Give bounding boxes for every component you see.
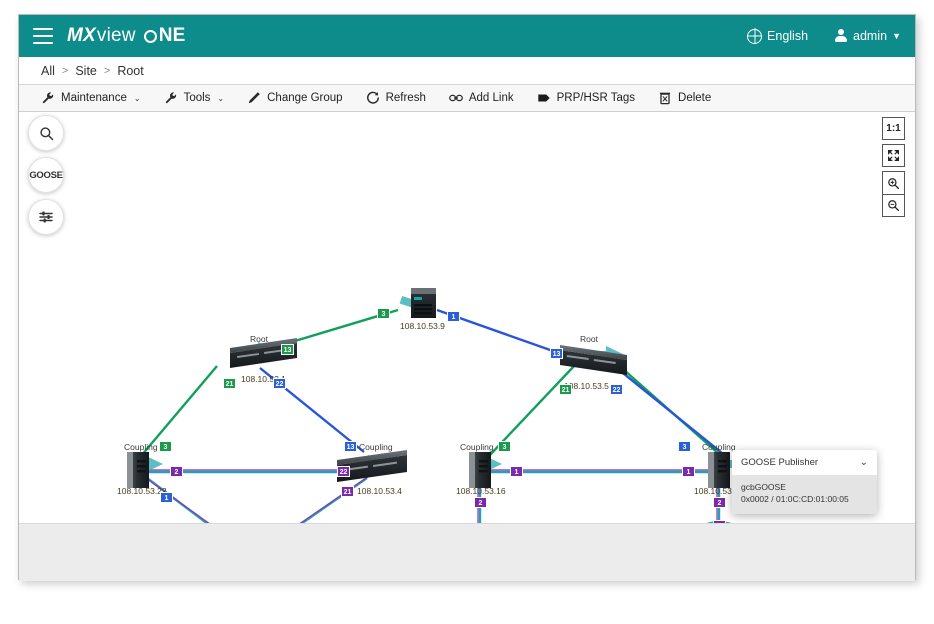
port-badge[interactable]: 22 (273, 378, 286, 389)
port-badge[interactable]: 1 (510, 466, 523, 477)
refresh-button[interactable]: Refresh (366, 91, 426, 105)
port-badge[interactable]: 1 (160, 492, 173, 503)
port-badge[interactable]: 3 (159, 441, 172, 452)
pencil-icon (247, 91, 261, 105)
logo-mx-text: MX (67, 25, 96, 47)
device-icon-switch[interactable] (127, 452, 149, 488)
goose-popup-header[interactable]: GOOSE Publisher ⌄ (732, 450, 877, 475)
port-badge[interactable]: 1 (682, 466, 695, 477)
refresh-label: Refresh (386, 92, 426, 104)
trash-icon (658, 91, 672, 105)
goose-popup-body: gcbGOOSE 0x0002 / 01:0C:CD:01:00:05 (732, 475, 877, 514)
maintenance-label: Maintenance (61, 92, 127, 104)
port-badge[interactable]: 21 (341, 486, 354, 497)
goose-appid-mac: 0x0002 / 01:0C:CD:01:00:05 (741, 493, 868, 505)
language-label: English (767, 29, 808, 43)
goose-publisher-popup: GOOSE Publisher ⌄ gcbGOOSE 0x0002 / 01:0… (732, 450, 877, 514)
tools-label: Tools (184, 92, 211, 104)
device-icon-switch[interactable] (411, 288, 436, 318)
add-link-label: Add Link (469, 92, 514, 104)
hamburger-menu-icon[interactable] (33, 28, 53, 44)
window-footer (19, 523, 915, 581)
port-badge[interactable]: 21 (559, 384, 572, 395)
breadcrumb-separator: > (62, 65, 68, 77)
tag-icon (537, 91, 551, 105)
chevron-down-icon: ⌄ (217, 94, 224, 103)
node-group-label: Root (250, 334, 268, 344)
port-badge[interactable]: 2 (170, 466, 183, 477)
chevron-down-icon: ⌄ (860, 457, 868, 468)
delete-label: Delete (678, 92, 711, 104)
device-icon-switch[interactable] (469, 452, 491, 488)
breadcrumb-item-root[interactable]: Root (117, 64, 143, 78)
port-badge[interactable]: 21 (223, 378, 236, 389)
breadcrumb-item-site[interactable]: Site (75, 64, 97, 78)
node-group-label: Root (580, 334, 598, 344)
port-badge[interactable]: 3 (377, 308, 390, 319)
wrench-icon (164, 91, 178, 105)
chevron-down-icon: ⌄ (134, 94, 141, 103)
wrench-icon (41, 91, 55, 105)
port-badge[interactable]: 1 (713, 520, 726, 523)
chevron-down-icon: ▼ (892, 31, 901, 41)
app-logo: MXview NE (67, 25, 186, 47)
refresh-icon (366, 91, 380, 105)
port-badge[interactable]: 2 (713, 497, 726, 508)
change-group-label: Change Group (267, 92, 342, 104)
mxview-window: MXview NE English admin ▼ All > Site > R… (18, 14, 916, 580)
node-group-label: Coupling (460, 442, 494, 452)
globe-icon (747, 29, 762, 44)
port-badge[interactable]: 13 (550, 348, 563, 359)
node-group-label: Coupling (359, 442, 393, 452)
app-header: MXview NE English admin ▼ (19, 15, 915, 57)
logo-o-circle-icon (144, 30, 157, 43)
port-badge[interactable]: 1 (447, 311, 460, 322)
port-badge[interactable]: 3 (678, 441, 691, 452)
topology-canvas[interactable]: GOOSE 1:1 (19, 112, 915, 523)
delete-button[interactable]: Delete (658, 91, 711, 105)
breadcrumb: All > Site > Root (19, 57, 915, 85)
node-ip-label: 108.10.53.9 (400, 321, 445, 331)
tools-menu-button[interactable]: Tools ⌄ (164, 91, 225, 105)
port-badge[interactable]: 2 (474, 497, 487, 508)
device-icon-switch[interactable] (708, 452, 730, 488)
link-icon (449, 91, 463, 105)
language-selector[interactable]: English (747, 29, 808, 44)
prp-hsr-tags-label: PRP/HSR Tags (557, 92, 635, 104)
node-ip-label: 108.10.53.16 (456, 486, 506, 496)
app-root: MXview NE English admin ▼ All > Site > R… (0, 0, 934, 624)
goose-popup-title: GOOSE Publisher (741, 457, 818, 468)
breadcrumb-item-all[interactable]: All (41, 64, 55, 78)
port-badge[interactable]: 22 (610, 384, 623, 395)
node-group-label: Coupling (702, 442, 736, 452)
node-ip-label: 108.10.53.4 (357, 486, 402, 496)
action-toolbar: Maintenance ⌄ Tools ⌄ Change Group Refre… (19, 85, 915, 112)
breadcrumb-separator: > (104, 65, 110, 77)
maintenance-menu-button[interactable]: Maintenance ⌄ (41, 91, 141, 105)
add-link-button[interactable]: Add Link (449, 91, 514, 105)
user-menu[interactable]: admin ▼ (834, 29, 901, 43)
port-badge[interactable]: 22 (337, 466, 350, 477)
person-icon (834, 29, 848, 43)
change-group-button[interactable]: Change Group (247, 91, 342, 105)
port-badge[interactable]: 3 (498, 441, 511, 452)
goose-control-block-name: gcbGOOSE (741, 481, 868, 493)
port-badge[interactable]: 13 (344, 441, 357, 452)
logo-view-text: view (97, 25, 136, 47)
topology-links (141, 310, 722, 523)
node-group-label: Coupling (124, 442, 158, 452)
prp-hsr-tags-button[interactable]: PRP/HSR Tags (537, 91, 635, 105)
user-label: admin (853, 29, 887, 43)
logo-one-text: NE (144, 25, 186, 47)
port-badge[interactable]: 13 (281, 344, 294, 355)
